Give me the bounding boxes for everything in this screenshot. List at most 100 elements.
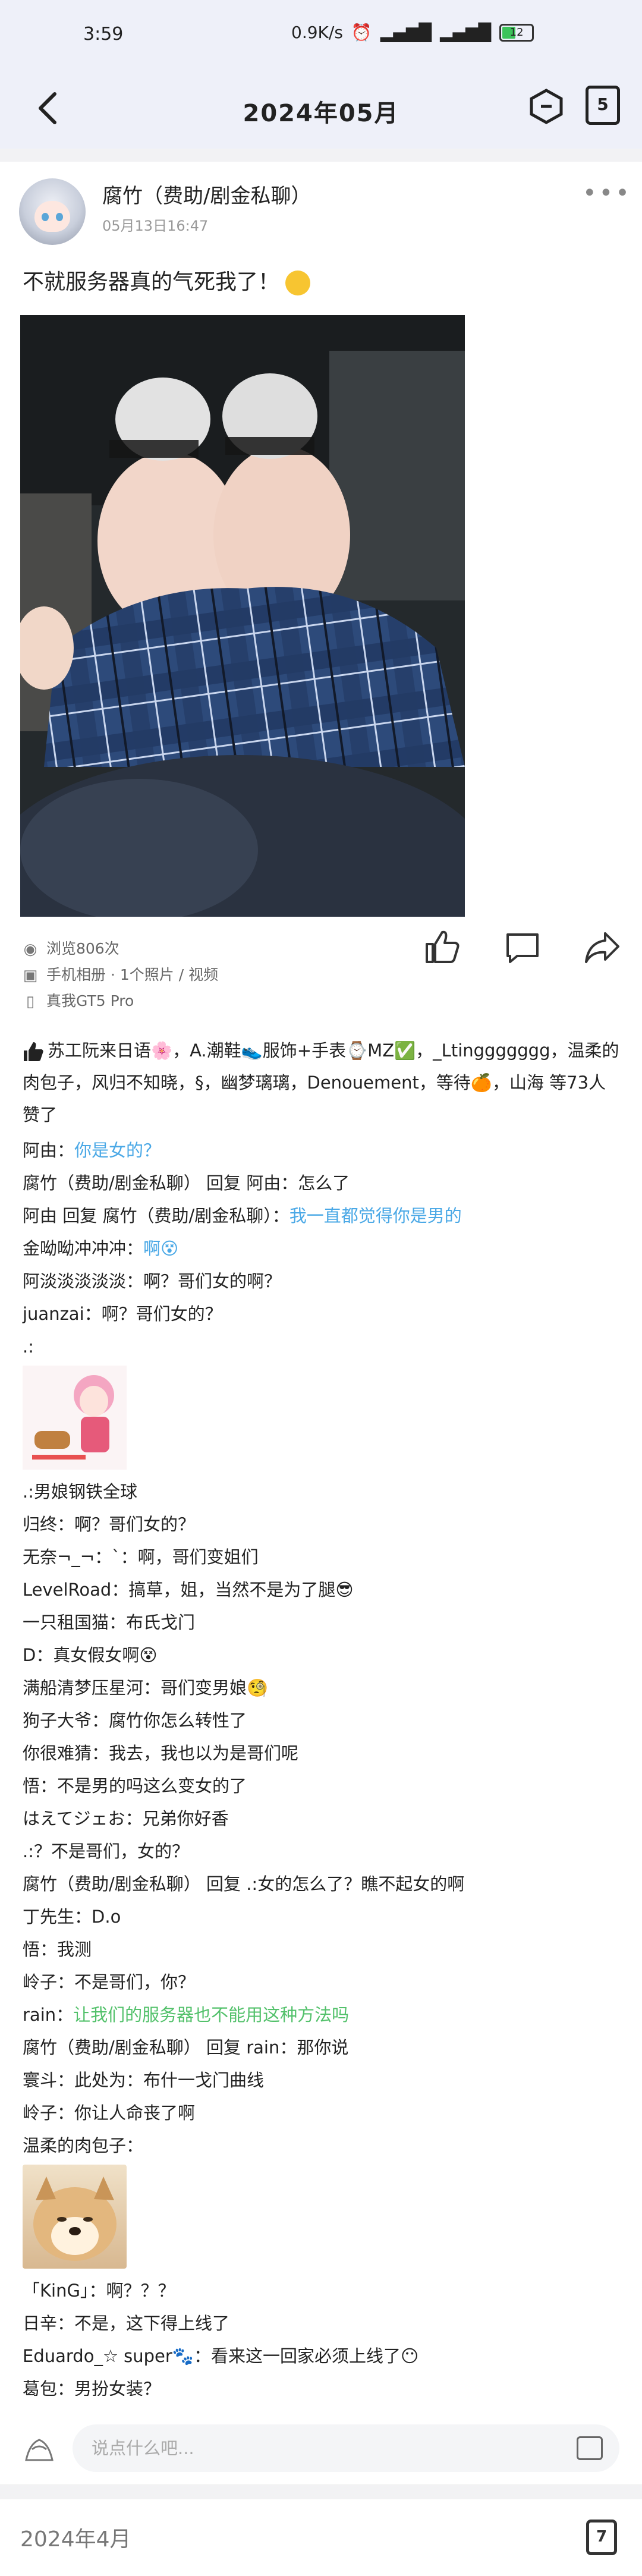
- comment-item[interactable]: 一只租国猫：布氏戈门: [23, 1606, 623, 1639]
- comment-text: 不是男的吗这么变女的了: [57, 1776, 247, 1796]
- comment-item[interactable]: 狗子大爷：腐竹你怎么转性了: [23, 1704, 623, 1737]
- comment-author[interactable]: 丁先生: [23, 1907, 74, 1927]
- comment-author[interactable]: 温柔的肉包子: [23, 2135, 126, 2156]
- comment-icon[interactable]: [504, 931, 541, 964]
- comment-item[interactable]: 阿由 回复 腐竹（费助/剧金私聊）：我一直都觉得你是男的: [23, 1200, 623, 1232]
- comment-list: 阿由：你是女的？ 腐竹（费助/剧金私聊） 回复 阿由：怎么了 阿由 回复 腐竹（费助…: [23, 1134, 623, 2405]
- comment-item[interactable]: 岭子：你让人命丧了啊: [23, 2097, 623, 2130]
- comment-author[interactable]: 腐竹（费助/剧金私聊）: [23, 2037, 201, 2058]
- comment-author[interactable]: 归终: [23, 1514, 57, 1534]
- comment-author[interactable]: はえてジェお: [23, 1808, 125, 1829]
- comment-item[interactable]: LevelRoad：搞草，姐，当然不是为了腿😎: [23, 1574, 623, 1606]
- comment-item[interactable]: 日辛：不是，这下得上线了: [23, 2307, 623, 2340]
- comment-item[interactable]: Eduardo_☆ super🐾：看来这一回家必须上线了😶: [23, 2340, 623, 2373]
- alarm-icon: ⏰: [351, 23, 372, 42]
- comment-item[interactable]: 满船清梦压星河：哥们变男娘🧐: [23, 1672, 623, 1704]
- comment-author[interactable]: Eduardo_☆ super🐾: [23, 2346, 194, 2366]
- comment-author[interactable]: 悟: [23, 1776, 40, 1796]
- next-calendar-icon[interactable]: 7: [586, 2520, 617, 2555]
- comment-item[interactable]: 无奈¬_¬：`：啊，哥们变姐们: [23, 1541, 623, 1574]
- status-icons: 0.9K/s ⏰ ▂▄▆█ ▂▄▆█ 12: [291, 23, 534, 42]
- comment-separator: ：: [57, 1514, 75, 1534]
- device-line: ▯ 真我GT5 Pro: [23, 989, 134, 1011]
- avatar[interactable]: [19, 178, 86, 245]
- comment-item[interactable]: 金呦呦冲冲冲：啊😵: [23, 1232, 623, 1265]
- comment-separator: ：: [57, 1140, 75, 1160]
- comment-separator: ：: [74, 1907, 92, 1927]
- comment-item[interactable]: 「KinG」：啊？？？: [23, 2275, 623, 2307]
- comment-author[interactable]: 阿淡淡淡淡淡: [23, 1271, 126, 1291]
- comment-item[interactable]: .:？不是哥们，女的？: [23, 1835, 623, 1868]
- comment-item[interactable]: 腐竹（费助/剧金私聊） 回复 rain：那你说: [23, 2031, 623, 2064]
- signal-icon: ▂▄▆█: [380, 23, 432, 42]
- anime-girl-sticker[interactable]: [23, 1366, 127, 1470]
- comment-author[interactable]: juanzai: [23, 1304, 84, 1324]
- comment-author[interactable]: 一只租国猫: [23, 1612, 109, 1633]
- comment-author[interactable]: 无奈¬_¬: [23, 1547, 95, 1567]
- comment-item[interactable]: 归终：啊？哥们女的？: [23, 1508, 623, 1541]
- comment-author[interactable]: 你很难猜: [23, 1743, 92, 1763]
- post-photo[interactable]: [20, 315, 465, 917]
- comment-item[interactable]: 阿淡淡淡淡淡：啊？哥们女的啊？: [23, 1265, 623, 1298]
- comment-author[interactable]: LevelRoad: [23, 1580, 111, 1600]
- comment-item[interactable]: .:男娘钢铁全球: [23, 1476, 623, 1508]
- comment-author[interactable]: 悟: [23, 1939, 40, 1959]
- comment-author[interactable]: 阿由: [23, 1140, 57, 1160]
- comment-separator: 回复 腐竹（费助/剧金私聊）：: [57, 1206, 289, 1226]
- comment-item[interactable]: 丁先生：D.o: [23, 1901, 623, 1933]
- comment-author[interactable]: .:: [23, 1841, 34, 1861]
- comment-separator: ：: [57, 1972, 75, 1992]
- comment-text: 不是，这下得上线了: [74, 2313, 230, 2333]
- net-speed: 0.9K/s: [291, 23, 343, 42]
- comment-item[interactable]: juanzai：啊？哥们女的？: [23, 1298, 623, 1331]
- comment-separator: ：: [126, 1271, 144, 1291]
- comment-item[interactable]: 岭子：不是哥们，你？: [23, 1966, 623, 1999]
- likes-text[interactable]: 苏工阮来日语🌸，A.潮鞋👟服饰+手表⌚MZ✅，_Ltinggggggg，温柔的肉…: [23, 1040, 619, 1125]
- comment-author[interactable]: 岭子: [23, 2103, 57, 2123]
- comment-text: 搞草，姐，当然不是为了腿😎: [128, 1580, 354, 1600]
- share-icon[interactable]: [584, 929, 621, 965]
- emoji-keyboard-icon[interactable]: [577, 2436, 603, 2460]
- comment-author[interactable]: .:: [23, 1336, 34, 1357]
- comment-author[interactable]: .:: [23, 1482, 34, 1502]
- comment-item[interactable]: 阿由：你是女的？: [23, 1134, 623, 1167]
- comment-author[interactable]: 金呦呦冲冲冲: [23, 1238, 126, 1259]
- comment-item[interactable]: rain：让我们的服务器也不能用这种方法吗: [23, 1999, 623, 2031]
- comment-separator: ：: [40, 1776, 58, 1796]
- comment-author[interactable]: 腐竹（费助/剧金私聊）: [23, 1173, 201, 1193]
- like-icon[interactable]: [423, 927, 461, 965]
- comment-separator: ：: [193, 2346, 211, 2366]
- post-author[interactable]: 腐竹（费助/剧金私聊）: [102, 180, 311, 209]
- comment-author[interactable]: rain: [23, 2005, 56, 2025]
- comment-author[interactable]: 「KinG」: [23, 2281, 89, 2301]
- comment-author[interactable]: 狗子大爷: [23, 1710, 92, 1731]
- comment-item[interactable]: 悟：我测: [23, 1933, 623, 1966]
- comment-author[interactable]: 岭子: [23, 1972, 57, 1992]
- more-icon[interactable]: •••: [583, 180, 632, 207]
- dog-face-sticker[interactable]: [23, 2165, 127, 2269]
- comment-author[interactable]: 日辛: [23, 2313, 57, 2333]
- comment-author[interactable]: 满船清梦压星河: [23, 1678, 143, 1698]
- hexagon-icon[interactable]: [528, 88, 565, 125]
- comment-input[interactable]: 说点什么吧...: [73, 2424, 619, 2472]
- comment-separator: ：: [126, 2135, 144, 2156]
- comment-item[interactable]: 悟：不是男的吗这么变女的了: [23, 1770, 623, 1803]
- comment-text: D.o: [92, 1907, 121, 1927]
- comment-item[interactable]: はえてジェお：兄弟你好香: [23, 1803, 623, 1835]
- comment-item[interactable]: .:: [23, 1331, 623, 1363]
- comment-item[interactable]: 腐竹（费助/剧金私聊） 回复 阿由：怎么了: [23, 1167, 623, 1200]
- calendar-icon[interactable]: 5: [586, 86, 620, 125]
- comment-item[interactable]: 温柔的肉包子：: [23, 2130, 623, 2162]
- anime-avatar-icon[interactable]: [24, 2432, 55, 2462]
- comment-item[interactable]: 腐竹（费助/剧金私聊） 回复 .:女的怎么了？瞧不起女的啊: [23, 1868, 623, 1901]
- comment-author[interactable]: 腐竹（费助/剧金私聊）: [23, 1874, 201, 1894]
- comment-item[interactable]: D：真女假女啊😵: [23, 1639, 623, 1672]
- comment-text: 哥们变男娘🧐: [160, 1678, 269, 1698]
- comment-author[interactable]: D: [23, 1645, 36, 1665]
- comment-item[interactable]: 你很难猜：我去，我也以为是哥们呢: [23, 1737, 623, 1770]
- comment-author[interactable]: 阿由: [23, 1206, 57, 1226]
- comment-placeholder: 说点什么吧...: [92, 2438, 194, 2458]
- comment-item[interactable]: 寰斗：此处为：布什一戈门曲线: [23, 2064, 623, 2097]
- likes-list: 苏工阮来日语🌸，A.潮鞋👟服饰+手表⌚MZ✅，_Ltinggggggg，温柔的肉…: [23, 1034, 623, 1131]
- comment-author[interactable]: 寰斗: [23, 2070, 57, 2090]
